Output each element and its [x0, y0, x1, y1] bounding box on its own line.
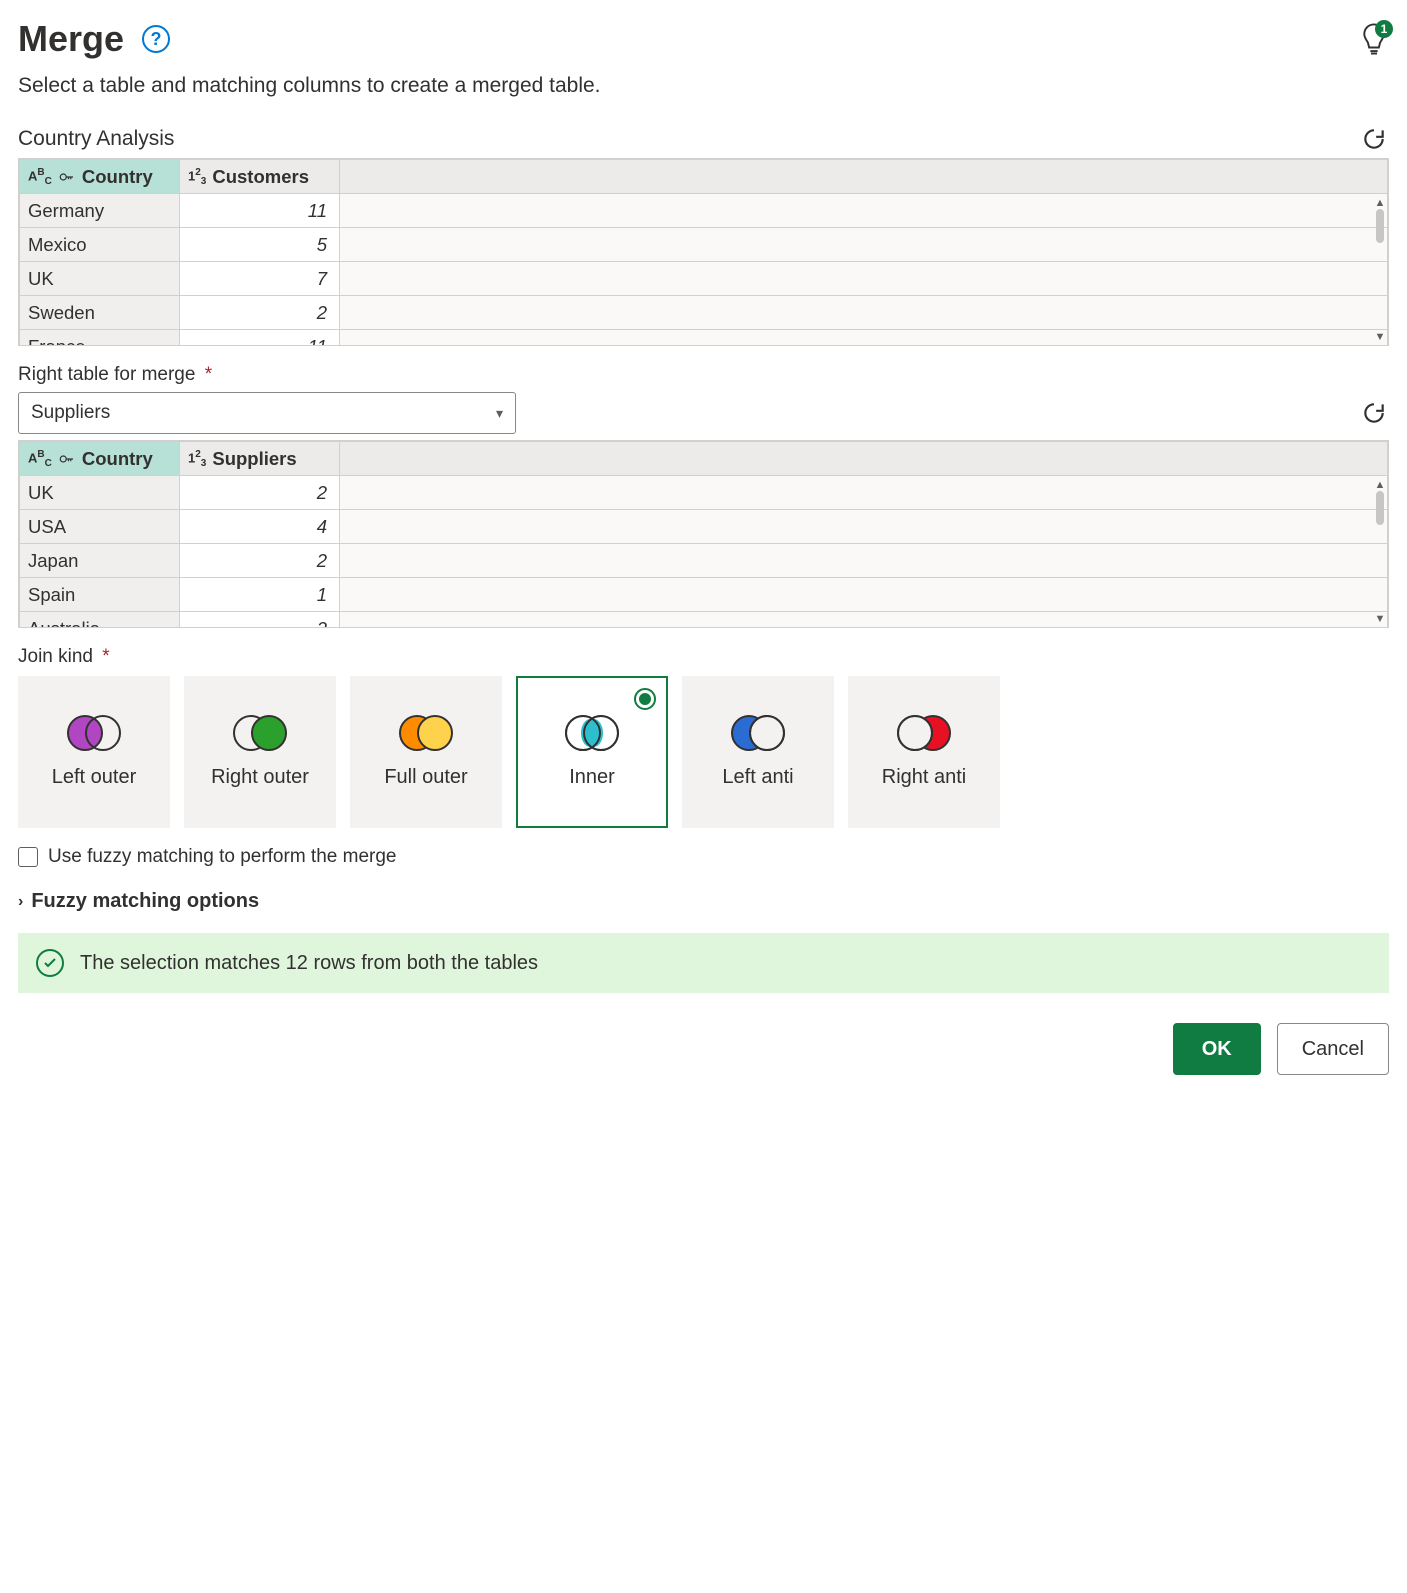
scroll-down-icon[interactable]: ▼: [1375, 613, 1386, 625]
suggestions-icon[interactable]: 1: [1359, 22, 1389, 56]
table-row: Australia2: [20, 612, 1388, 629]
fuzzy-matching-label: Use fuzzy matching to perform the merge: [48, 846, 396, 868]
join-right-outer[interactable]: Right outer: [184, 676, 336, 828]
table-row: Spain1: [20, 578, 1388, 612]
column-header-country[interactable]: ABC Country: [20, 442, 180, 476]
success-check-icon: [36, 949, 64, 977]
chevron-right-icon: ›: [18, 893, 23, 911]
text-type-icon: ABC: [28, 449, 52, 469]
refresh-left-table-button[interactable]: [1359, 124, 1389, 154]
refresh-right-table-button[interactable]: [1359, 398, 1389, 428]
scrollbar[interactable]: ▲ ▼: [1374, 479, 1386, 625]
help-icon[interactable]: ?: [142, 25, 170, 53]
column-header-suppliers[interactable]: 123 Suppliers: [180, 442, 340, 476]
table-row: UK2: [20, 476, 1388, 510]
table-row: UK7: [20, 262, 1388, 296]
cancel-button[interactable]: Cancel: [1277, 1023, 1389, 1075]
column-header-empty: [340, 160, 1388, 194]
fuzzy-options-expander[interactable]: › Fuzzy matching options: [18, 890, 1389, 913]
scroll-up-icon[interactable]: ▲: [1375, 479, 1386, 491]
table-row: Sweden2: [20, 296, 1388, 330]
right-table-field-label: Right table for merge *: [18, 364, 1389, 386]
scroll-thumb[interactable]: [1376, 209, 1384, 243]
left-table-preview[interactable]: ABC Country 123 Customers Germany11 Mexi…: [18, 158, 1389, 346]
table-row: USA4: [20, 510, 1388, 544]
selected-radio-icon: [634, 688, 656, 710]
join-kind-options: Left outer Right outer Full outer Inner …: [18, 676, 1389, 828]
column-header-country[interactable]: ABC Country: [20, 160, 180, 194]
join-inner[interactable]: Inner: [516, 676, 668, 828]
right-table-dropdown[interactable]: Suppliers ▾: [18, 392, 516, 434]
join-right-anti[interactable]: Right anti: [848, 676, 1000, 828]
dialog-subtitle: Select a table and matching columns to c…: [18, 74, 1389, 98]
number-type-icon: 123: [188, 167, 206, 187]
chevron-down-icon: ▾: [496, 405, 503, 422]
column-header-empty: [340, 442, 1388, 476]
left-table-name: Country Analysis: [18, 127, 174, 151]
scroll-thumb[interactable]: [1376, 491, 1384, 525]
scrollbar[interactable]: ▲ ▼: [1374, 197, 1386, 343]
table-row: Mexico5: [20, 228, 1388, 262]
join-full-outer[interactable]: Full outer: [350, 676, 502, 828]
fuzzy-matching-checkbox[interactable]: [18, 847, 38, 867]
match-status-banner: The selection matches 12 rows from both …: [18, 933, 1389, 993]
join-left-anti[interactable]: Left anti: [682, 676, 834, 828]
table-row: Germany11: [20, 194, 1388, 228]
join-left-outer[interactable]: Left outer: [18, 676, 170, 828]
dialog-title: Merge: [18, 18, 124, 60]
key-icon: [58, 450, 76, 468]
key-icon: [58, 168, 76, 186]
right-table-preview[interactable]: ABC Country 123 Suppliers UK2 USA4 Japan…: [18, 440, 1389, 628]
table-row: France11: [20, 330, 1388, 347]
scroll-up-icon[interactable]: ▲: [1375, 197, 1386, 209]
ok-button[interactable]: OK: [1173, 1023, 1261, 1075]
suggestions-badge: 1: [1375, 20, 1393, 38]
column-header-customers[interactable]: 123 Customers: [180, 160, 340, 194]
join-kind-label: Join kind *: [18, 646, 1389, 668]
number-type-icon: 123: [188, 449, 206, 469]
table-row: Japan2: [20, 544, 1388, 578]
scroll-down-icon[interactable]: ▼: [1375, 331, 1386, 343]
text-type-icon: ABC: [28, 167, 52, 187]
